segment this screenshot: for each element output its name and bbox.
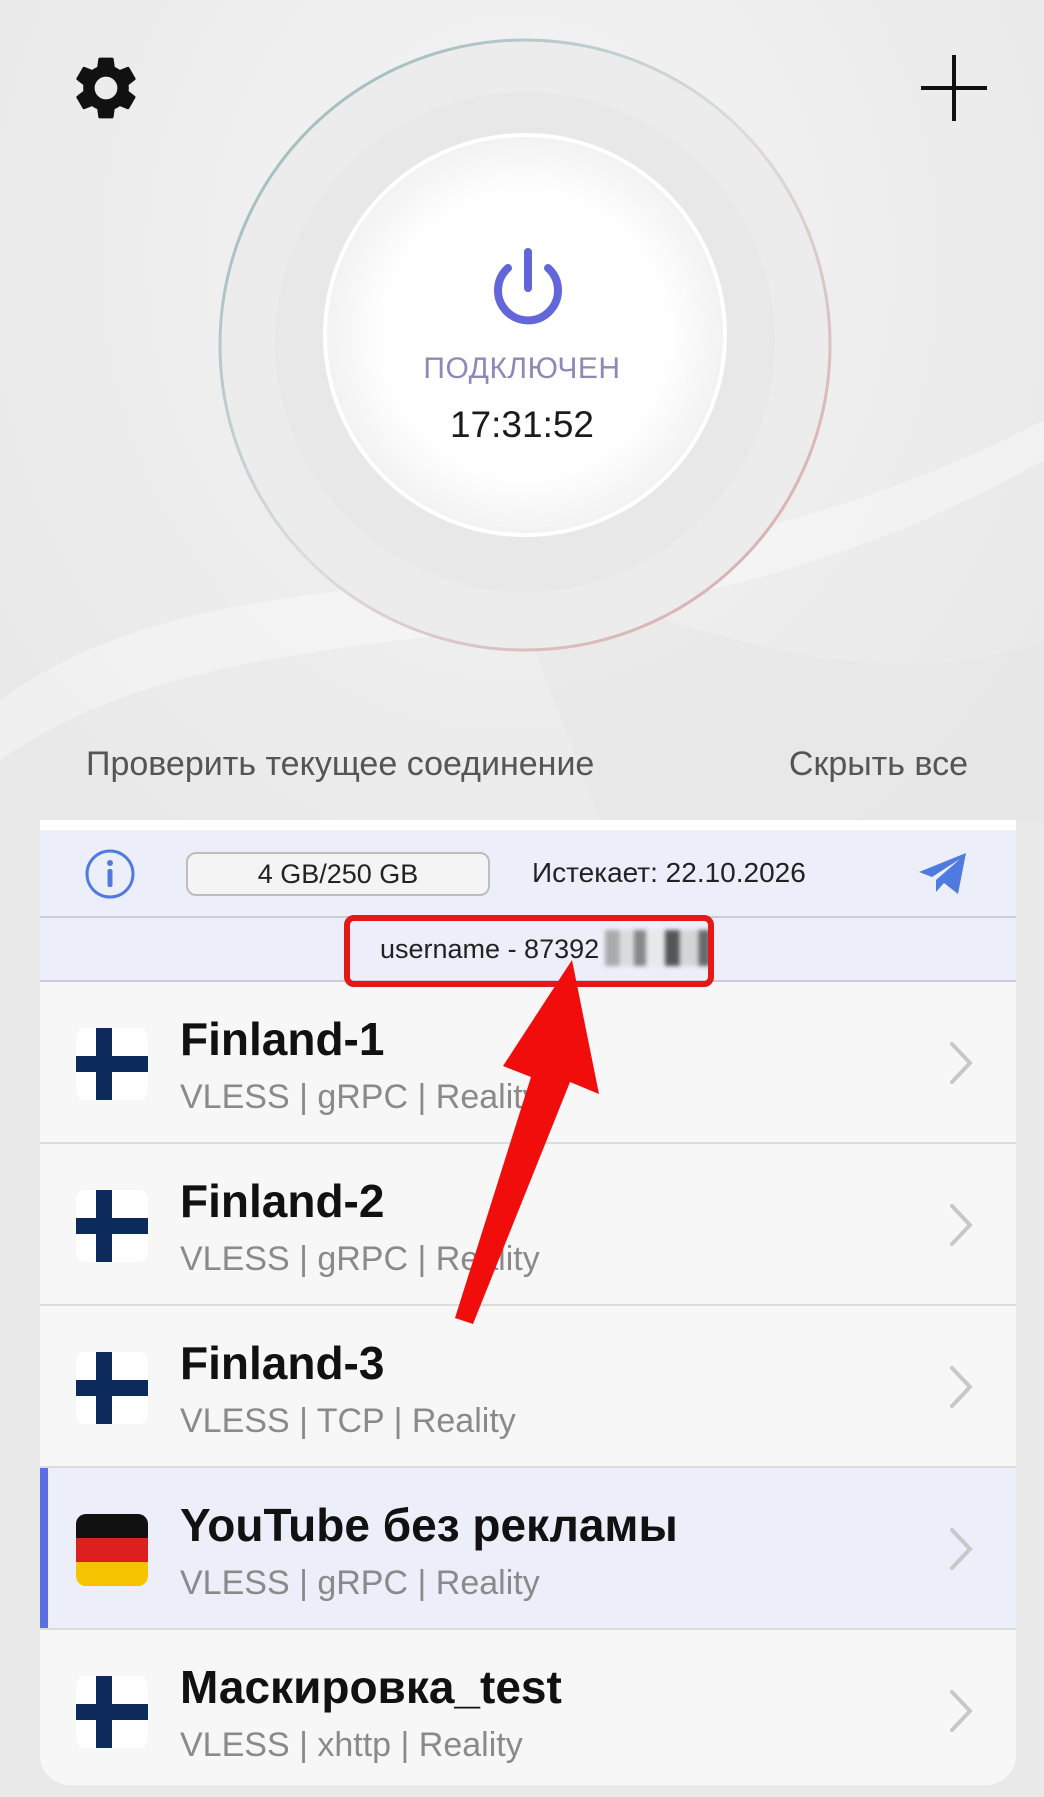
chevron-right-icon xyxy=(950,1042,973,1084)
info-icon[interactable] xyxy=(84,848,136,900)
actions-row: Проверить текущее соединение Скрыть все xyxy=(0,745,1044,795)
server-item-youtube[interactable]: YouTube без рекламы VLESS | gRPC | Reali… xyxy=(40,1468,1016,1630)
check-connection-link[interactable]: Проверить текущее соединение xyxy=(86,745,594,784)
annotation-highlight-box xyxy=(344,915,714,987)
power-button[interactable] xyxy=(478,238,578,338)
server-list: Finland-1 VLESS | gRPC | Reality Finland… xyxy=(40,982,1016,1785)
add-button[interactable] xyxy=(908,42,1000,134)
server-item-finland-1[interactable]: Finland-1 VLESS | gRPC | Reality xyxy=(40,982,1016,1144)
server-name: Маскировка_test xyxy=(180,1661,562,1713)
connection-ring xyxy=(218,38,832,652)
chevron-right-icon xyxy=(950,1204,973,1246)
telegram-icon[interactable] xyxy=(916,850,970,898)
server-protocol: VLESS | xhttp | Reality xyxy=(180,1726,523,1764)
finland-flag-icon xyxy=(76,1676,148,1748)
plus-icon xyxy=(921,55,987,121)
hide-all-link[interactable]: Скрыть все xyxy=(789,745,968,784)
server-name: Finland-3 xyxy=(180,1337,385,1389)
subscription-bar: 4 GB/250 GB Истекает: 22.10.2026 xyxy=(40,830,1016,918)
finland-flag-icon xyxy=(76,1352,148,1424)
server-protocol: VLESS | gRPC | Reality xyxy=(180,1078,540,1116)
servers-card: 4 GB/250 GB Истекает: 22.10.2026 usernam… xyxy=(40,820,1016,1785)
settings-button[interactable] xyxy=(60,42,152,134)
chevron-right-icon xyxy=(950,1366,973,1408)
chevron-right-icon xyxy=(950,1690,973,1732)
server-item-finland-3[interactable]: Finland-3 VLESS | TCP | Reality xyxy=(40,1306,1016,1468)
expiry-date: Истекает: 22.10.2026 xyxy=(532,857,806,888)
server-name: YouTube без рекламы xyxy=(180,1499,678,1551)
server-protocol: VLESS | gRPC | Reality xyxy=(180,1240,540,1278)
traffic-usage: 4 GB/250 GB xyxy=(186,852,490,896)
server-protocol: VLESS | gRPC | Reality xyxy=(180,1564,540,1602)
server-protocol: VLESS | TCP | Reality xyxy=(180,1402,516,1440)
server-item-finland-2[interactable]: Finland-2 VLESS | gRPC | Reality xyxy=(40,1144,1016,1306)
connection-status: ПОДКЛЮЧЕН xyxy=(423,352,621,385)
power-icon xyxy=(494,248,562,325)
gear-icon xyxy=(76,57,136,119)
finland-flag-icon xyxy=(76,1190,148,1262)
chevron-right-icon xyxy=(950,1528,973,1570)
server-name: Finland-2 xyxy=(180,1175,385,1227)
server-item-maskirovka[interactable]: Маскировка_test VLESS | xhttp | Reality xyxy=(40,1630,1016,1785)
finland-flag-icon xyxy=(76,1028,148,1100)
germany-flag-icon xyxy=(76,1514,148,1586)
connection-timer: 17:31:52 xyxy=(449,404,595,445)
server-name: Finland-1 xyxy=(180,1013,385,1065)
